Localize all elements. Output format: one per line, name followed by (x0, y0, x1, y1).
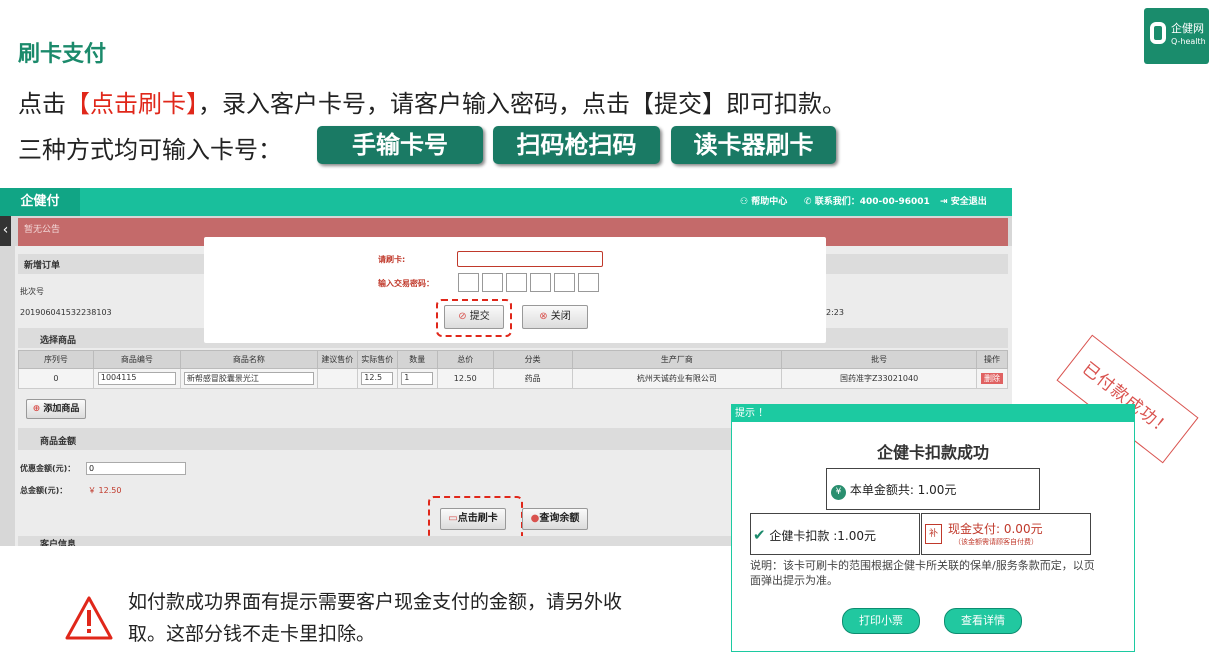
sidebar-toggle-chevron-icon[interactable]: ‹ (0, 216, 11, 246)
cell-op[interactable]: 删除 (975, 368, 1009, 389)
batch-label: 批次号 (20, 287, 44, 296)
plus-circle-icon: ⊕ (32, 404, 41, 414)
yen-icon: ¥ (831, 485, 846, 500)
instruction-highlight: 【点击刷卡】 (66, 90, 198, 118)
password-digit-2[interactable] (482, 273, 503, 292)
add-goods-button[interactable]: ⊕ 添加商品 (26, 399, 86, 419)
card-icon: ▭ (448, 513, 458, 524)
password-digit-4[interactable] (530, 273, 551, 292)
warning-text: 如付款成功界面有提示需要客户现金支付的金额，请另外收取。这部分钱不走卡里扣除。 (128, 591, 623, 645)
payment-success-popup: 提示 ！ 企健卡扣款成功 ¥ 本单金额共: 1.00元 ✔ 企健卡扣款 :1.0… (731, 404, 1135, 652)
goods-table: 序列号 商品编号 商品名称 建议售价 实际售价 数量 总价 分类 生产厂商 批号… (18, 350, 1009, 389)
cash-payment-box: 补 现金支付: 0.00元 （该金额需请顾客自付费） (921, 513, 1091, 555)
card-number-input[interactable] (457, 251, 603, 267)
col-name: 商品名称 (179, 350, 318, 369)
warning-icon (65, 596, 113, 640)
table-header-row: 序列号 商品编号 商品名称 建议售价 实际售价 数量 总价 分类 生产厂商 批号… (18, 350, 1009, 369)
col-batch: 批号 (781, 350, 977, 369)
check-icon: ✔ (753, 526, 766, 544)
popup-title: 企健卡扣款成功 (876, 443, 989, 462)
batch-value: 201906041532238103 (20, 308, 112, 317)
cell-total: 12.50 (436, 368, 494, 389)
time-value: 2:23 (826, 308, 844, 317)
col-suggested: 建议售价 (316, 350, 358, 369)
password-label: 输入交易密码： (378, 279, 434, 288)
instruction-pre: 点击 (18, 90, 66, 118)
actual-price-input[interactable]: 12.5 (361, 372, 394, 385)
close-circle-icon: ⊗ (539, 311, 548, 322)
popup-note: 说明：该卡可刷卡的范围根据企健卡所关联的保单/服务条款而定，以页面弹出提示为准。 (750, 559, 1095, 587)
close-button[interactable]: ⊗ 关闭 (522, 305, 588, 329)
receipt-icon: 补 (925, 524, 942, 544)
delete-button[interactable]: 删除 (980, 373, 1003, 384)
check-circle-icon: ⊘ (458, 311, 467, 322)
phone-icon: ✆ (804, 197, 812, 207)
method-reader-button[interactable]: 读卡器刷卡 (671, 126, 836, 164)
view-details-button[interactable]: 查看详情 (944, 608, 1022, 634)
cash-payment-note: （该金额需请顾客自付费） (954, 538, 1038, 546)
password-digit-3[interactable] (506, 273, 527, 292)
total-label: 总金额(元)： (20, 486, 68, 495)
col-actual: 实际售价 (356, 350, 398, 369)
col-code: 商品编号 (92, 350, 181, 369)
qty-input[interactable]: 1 (401, 372, 434, 385)
total-value: ￥ 12.50 (88, 486, 122, 495)
method-scanner-button[interactable]: 扫码枪扫码 (493, 126, 660, 164)
logo-name: 企健网 (1171, 22, 1204, 35)
qhealth-logo: 企健网 Q-health (1144, 8, 1209, 64)
order-amount-text: 本单金额共: 1.00元 (849, 483, 957, 497)
logo-subname: Q-health (1171, 37, 1206, 46)
app-brand: 企健付 (0, 188, 80, 216)
cell-qty[interactable]: 1 (396, 368, 438, 389)
card-number-label: 请刷卡: (378, 255, 406, 264)
name-input[interactable]: 新帮感冒胶囊景光江 (183, 372, 314, 385)
col-op: 操作 (975, 350, 1009, 369)
password-digit-6[interactable] (578, 273, 599, 292)
col-category: 分类 (492, 350, 573, 369)
q-logo-icon (1150, 22, 1166, 44)
code-input[interactable]: 1004115 (97, 372, 176, 385)
swipe-card-modal: 请刷卡: 输入交易密码： ⊘ 提交 ⊗ 关闭 (204, 237, 826, 343)
methods-label: 三种方式均可输入卡号： (18, 136, 282, 164)
submit-button[interactable]: ⊘ 提交 (444, 305, 504, 329)
order-amount-box: ¥ 本单金额共: 1.00元 (826, 468, 1040, 510)
logout-icon: ⇥ (940, 197, 948, 207)
col-maker: 生产厂商 (571, 350, 783, 369)
method-manual-button[interactable]: 手输卡号 (317, 126, 483, 164)
password-digit-1[interactable] (458, 273, 479, 292)
password-boxes[interactable] (458, 273, 599, 292)
cell-seq: 0 (18, 368, 94, 389)
instruction-post: ，录入客户卡号，请客户输入密码，点击【提交】即可扣款。 (198, 90, 846, 118)
col-seq: 序列号 (18, 350, 94, 369)
cell-code[interactable]: 1004115 (92, 368, 181, 389)
col-qty: 数量 (396, 350, 438, 369)
print-receipt-button[interactable]: 打印小票 (842, 608, 920, 634)
popup-titlebar: 提示 ！ (732, 405, 1134, 422)
user-help-icon: ⚇ (740, 197, 749, 207)
card-payment-box: ✔ 企健卡扣款 :1.00元 (750, 513, 920, 555)
cell-maker: 杭州天诚药业有限公司 (571, 368, 783, 389)
instruction-line: 点击【点击刷卡】，录入客户卡号，请客户输入密码，点击【提交】即可扣款。 (18, 84, 846, 119)
swipe-card-button[interactable]: ▭点击刷卡 (440, 508, 506, 530)
cell-category: 药品 (492, 368, 573, 389)
contact-link[interactable]: ✆ 联系我们：400-00-96001 (804, 188, 930, 216)
cell-name[interactable]: 新帮感冒胶囊景光江 (179, 368, 318, 389)
cash-payment-text: 现金支付: 0.00元 (948, 522, 1043, 536)
card-payment-text: 企健卡扣款 :1.00元 (769, 529, 876, 543)
table-row: 0 1004115 新帮感冒胶囊景光江 12.5 1 12.50 药品 杭州天诚… (18, 368, 1009, 389)
cell-actual[interactable]: 12.5 (356, 368, 398, 389)
cell-batch: 国药准字Z33021040 (781, 368, 977, 389)
check-balance-button[interactable]: ●查询余额 (522, 508, 588, 530)
slide-title: 刷卡支付 (18, 42, 107, 67)
password-digit-5[interactable] (554, 273, 575, 292)
logout-link[interactable]: ⇥ 安全退出 (940, 188, 987, 216)
help-link[interactable]: ⚇ 帮助中心 (740, 188, 787, 216)
discount-input[interactable]: 0 (86, 462, 186, 475)
col-total: 总价 (436, 350, 494, 369)
cell-suggested (316, 368, 358, 389)
discount-label: 优惠金额(元)： (20, 464, 76, 473)
